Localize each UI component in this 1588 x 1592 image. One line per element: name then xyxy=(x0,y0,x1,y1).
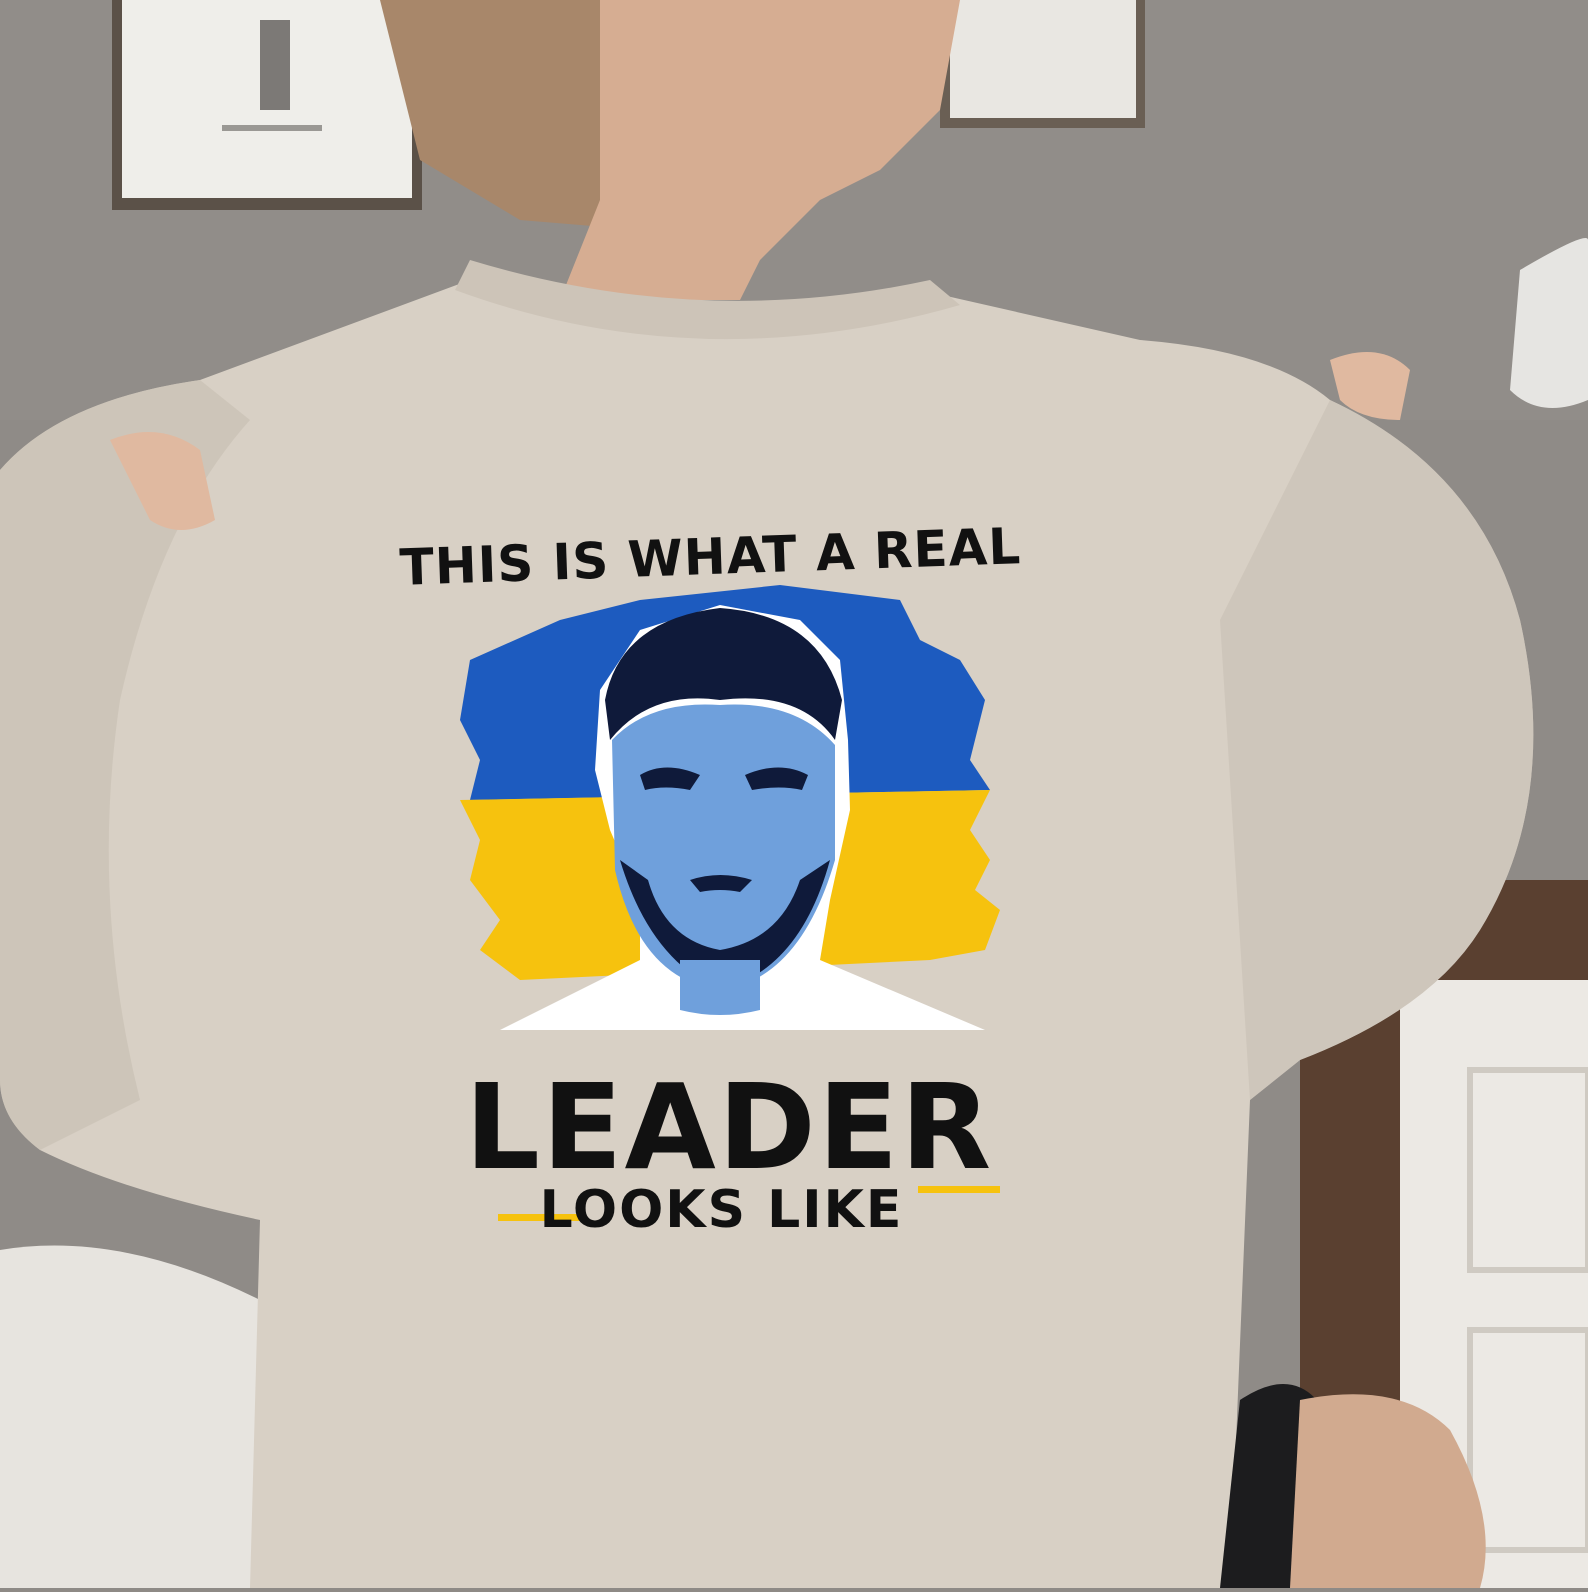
print-line-bottom: LOOKS LIKE xyxy=(539,1180,904,1240)
scene-illustration xyxy=(0,0,1588,1588)
wall-frame-left xyxy=(112,0,422,210)
print-line-main: LEADER xyxy=(464,1058,994,1196)
wall-frame-right xyxy=(940,0,1145,128)
bed-sheet xyxy=(0,1245,260,1588)
photo-scene xyxy=(0,0,1588,1588)
